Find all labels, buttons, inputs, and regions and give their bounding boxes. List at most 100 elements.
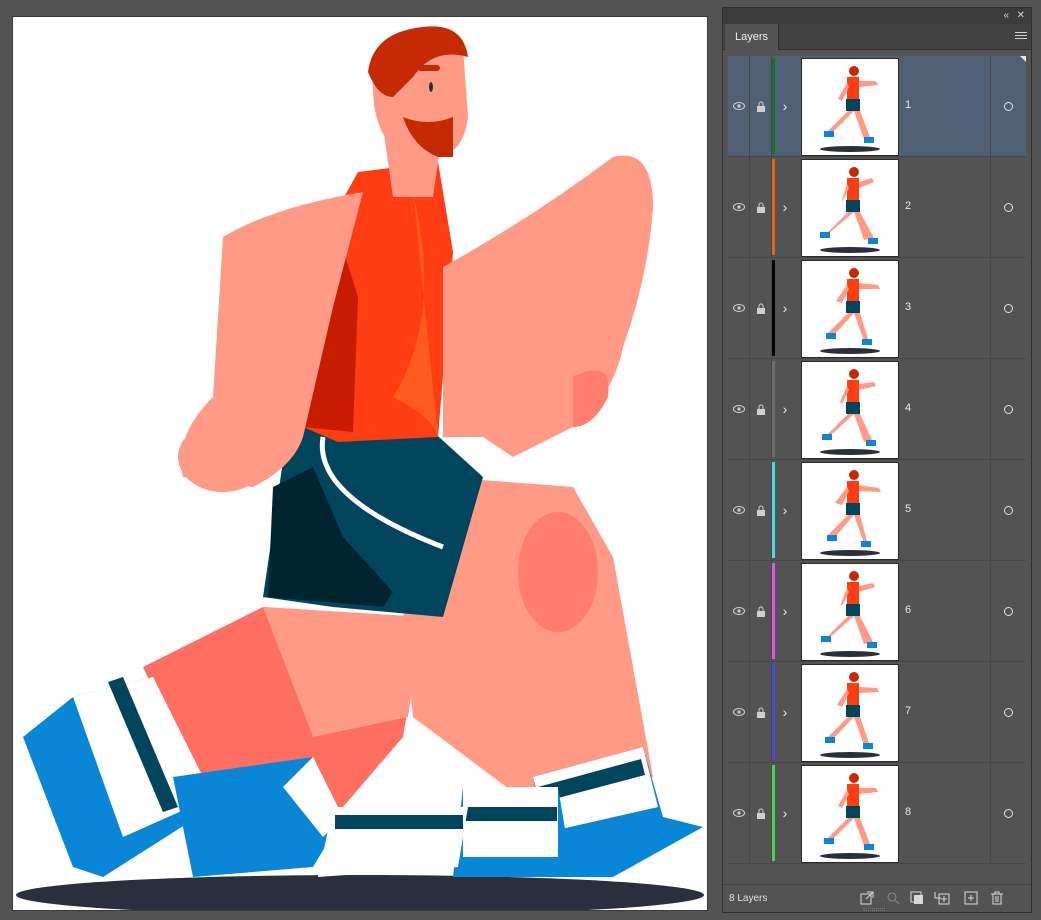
layer-row[interactable]: › 3 [728, 258, 1026, 359]
runner-thumbnail [820, 470, 881, 556]
runner-illustration [16, 26, 704, 910]
eye-icon[interactable] [728, 763, 750, 863]
target-circle-icon[interactable] [1004, 808, 1013, 818]
chevron-right-icon[interactable]: › [778, 298, 792, 318]
layer-color-bar [772, 361, 775, 457]
hamburger-menu-icon[interactable] [1015, 30, 1027, 44]
close-icon[interactable]: ✕ [1017, 9, 1025, 23]
layer-name[interactable]: 1 [905, 99, 911, 111]
target-indicator[interactable] [990, 460, 1026, 560]
lock-icon[interactable] [750, 258, 772, 358]
make-clipping-mask-icon[interactable] [909, 890, 925, 906]
layer-row[interactable]: › 1 [728, 56, 1026, 157]
lock-icon[interactable] [750, 763, 772, 863]
target-indicator[interactable] [990, 56, 1026, 156]
lock-icon[interactable] [750, 460, 772, 560]
layer-color-bar [772, 462, 775, 558]
panel-footer: 8 Layers [723, 884, 1031, 912]
locate-object-icon[interactable] [885, 890, 901, 906]
layers-list: › 1 › 2 › 3 › 4 › 5 › 6 › 7 › 8 [728, 56, 1026, 886]
eye-icon[interactable] [728, 561, 750, 661]
layer-name[interactable]: 5 [905, 503, 911, 515]
layer-count: 8 Layers [729, 893, 768, 904]
target-circle-icon[interactable] [1004, 707, 1013, 717]
layer-thumbnail[interactable] [801, 462, 899, 560]
target-circle-icon[interactable] [1004, 101, 1013, 111]
eye-icon[interactable] [728, 56, 750, 156]
target-circle-icon[interactable] [1004, 404, 1013, 414]
layer-thumbnail[interactable] [801, 664, 899, 762]
layer-row[interactable]: › 6 [728, 561, 1026, 662]
runner-thumbnail [820, 369, 880, 455]
runner-thumbnail [820, 571, 880, 657]
create-sublayer-icon[interactable] [933, 890, 950, 906]
runner-thumbnail [820, 672, 880, 758]
panel-tab-row: Layers [723, 24, 1031, 50]
chevron-right-icon[interactable]: › [778, 96, 792, 116]
layer-name[interactable]: 2 [905, 200, 911, 212]
target-circle-icon[interactable] [1004, 303, 1013, 313]
target-indicator[interactable] [990, 561, 1026, 661]
lock-icon[interactable] [750, 561, 772, 661]
layer-row[interactable]: › 8 [728, 763, 1026, 864]
layers-panel: « ✕ Layers › 1 › 2 › 3 › 4 › 5 › 6 › 7 ›… [722, 7, 1032, 913]
runner-thumbnail [820, 773, 880, 859]
target-indicator[interactable] [990, 258, 1026, 358]
layer-row[interactable]: › 7 [728, 662, 1026, 763]
layer-color-bar [772, 58, 775, 154]
chevron-right-icon[interactable]: › [778, 399, 792, 419]
layer-name[interactable]: 8 [905, 806, 911, 818]
tab-layers[interactable]: Layers [725, 24, 780, 50]
chevron-right-icon[interactable]: › [778, 197, 792, 217]
target-indicator[interactable] [990, 763, 1026, 863]
eye-icon[interactable] [728, 157, 750, 257]
target-indicator[interactable] [990, 662, 1026, 762]
target-circle-icon[interactable] [1004, 505, 1013, 515]
layer-name[interactable]: 4 [905, 402, 911, 414]
eye-icon[interactable] [728, 258, 750, 358]
create-new-layer-icon[interactable] [963, 890, 979, 906]
resize-grip[interactable] [863, 908, 885, 911]
layer-name[interactable]: 6 [905, 604, 911, 616]
lock-icon[interactable] [750, 662, 772, 762]
panel-titlebar: « ✕ [723, 8, 1031, 24]
chevron-right-icon[interactable]: › [778, 601, 792, 621]
chevron-right-icon[interactable]: › [778, 702, 792, 722]
layer-thumbnail[interactable] [801, 765, 899, 863]
layer-color-bar [772, 664, 775, 760]
target-indicator[interactable] [990, 359, 1026, 459]
layer-name[interactable]: 7 [905, 705, 911, 717]
ground-shadow [16, 875, 704, 910]
layer-thumbnail[interactable] [801, 58, 899, 156]
lock-icon[interactable] [750, 157, 772, 257]
eye-icon[interactable] [728, 460, 750, 560]
artboard[interactable] [12, 16, 708, 911]
lock-icon[interactable] [750, 359, 772, 459]
layer-row[interactable]: › 5 [728, 460, 1026, 561]
double-chevron-left-icon[interactable]: « [1003, 9, 1009, 23]
runner-thumbnail [820, 66, 880, 152]
layer-color-bar [772, 159, 775, 255]
layer-name[interactable]: 3 [905, 301, 911, 313]
lock-icon[interactable] [750, 56, 772, 156]
layer-thumbnail[interactable] [801, 563, 899, 661]
eye-icon[interactable] [728, 359, 750, 459]
export-for-screens-icon[interactable] [859, 890, 875, 906]
layer-row[interactable]: › 2 [728, 157, 1026, 258]
layer-thumbnail[interactable] [801, 159, 899, 257]
eye-icon[interactable] [728, 662, 750, 762]
chevron-right-icon[interactable]: › [778, 500, 792, 520]
delete-icon[interactable] [989, 890, 1005, 906]
document-canvas[interactable] [0, 0, 722, 920]
selection-indicator [1020, 56, 1026, 62]
chevron-right-icon[interactable]: › [778, 803, 792, 823]
layer-row[interactable]: › 4 [728, 359, 1026, 460]
layer-color-bar [772, 260, 775, 356]
runner-thumbnail [820, 268, 880, 354]
layer-thumbnail[interactable] [801, 361, 899, 459]
target-indicator[interactable] [990, 157, 1026, 257]
target-circle-icon[interactable] [1004, 606, 1013, 616]
layer-thumbnail[interactable] [801, 260, 899, 358]
target-circle-icon[interactable] [1004, 202, 1013, 212]
layer-color-bar [772, 765, 775, 861]
